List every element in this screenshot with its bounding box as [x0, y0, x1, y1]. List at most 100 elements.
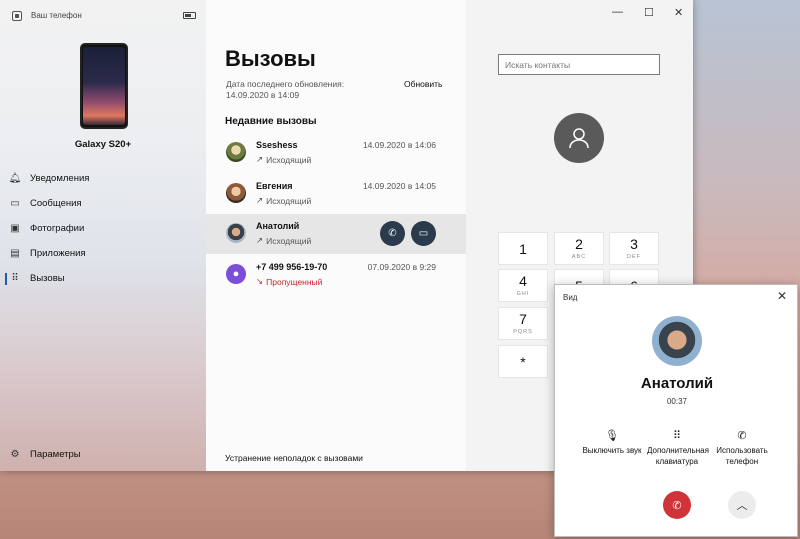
contact-avatar — [554, 113, 604, 163]
sidebar-item-label: Уведомления — [30, 173, 90, 184]
chevron-up-icon: ︿ — [736, 500, 748, 512]
phone-transfer-icon: ✆ — [737, 430, 747, 442]
call-button[interactable]: ✆ — [380, 221, 405, 246]
call-row[interactable]: ● +7 499 956-19-70 07.09.2020 в 9:29 ↘ П… — [206, 255, 466, 295]
sidebar-item-label: Вызовы — [30, 273, 65, 284]
bell-icon: 🔔︎ — [8, 173, 22, 184]
caller-name: Анатолий — [640, 375, 714, 392]
key-letters: PQRS — [513, 329, 533, 335]
hang-up-icon: ✆ — [672, 499, 682, 512]
sidebar-item-calls[interactable]: ⠿ Вызовы — [0, 266, 206, 291]
dialpad-key-star[interactable]: * — [498, 345, 548, 378]
dialpad-key-1[interactable]: 1 — [498, 232, 548, 265]
outgoing-call-icon: ↗ — [256, 154, 264, 164]
avatar: ● — [226, 264, 246, 284]
message-button[interactable]: ▭ — [411, 221, 436, 246]
device-name: Galaxy S20+ — [74, 139, 132, 150]
keypad-label: Дополнительная клавиатура — [647, 446, 709, 466]
gear-icon: ⚙ — [10, 449, 20, 460]
sidebar-item-notifications[interactable]: 🔔︎ Уведомления — [0, 166, 206, 191]
call-row[interactable]: Sseshess 14.09.2020 в 14:06 ↗ Исходящий — [206, 133, 466, 173]
troubleshoot-link[interactable]: Устранение неполадок с вызовами — [225, 453, 363, 463]
caller-name: Sseshess — [256, 140, 298, 150]
message-icon: ▭ — [10, 198, 20, 209]
call-duration: 00:37 — [666, 397, 688, 406]
key-digit: 3 — [630, 236, 638, 252]
key-digit: * — [520, 353, 526, 370]
mic-off-icon: 🎙︎ — [605, 430, 619, 442]
search-input[interactable] — [498, 54, 660, 75]
mute-label: Выключить звук — [582, 446, 642, 455]
call-date: 07.09.2020 в 9:29 — [367, 262, 436, 272]
sidebar-item-label: Приложения — [30, 248, 86, 259]
call-date: 14.09.2020 в 14:06 — [362, 140, 436, 150]
dialpad-key-7[interactable]: 7 PQRS — [498, 307, 548, 340]
battery-icon — [183, 12, 196, 19]
avatar — [226, 183, 246, 203]
call-type: ↗ Исходящий — [256, 154, 311, 165]
key-letters: DEF — [627, 254, 641, 260]
recent-calls-heading: Недавние вызовы — [225, 116, 317, 127]
sidebar-item-messages[interactable]: ▭ Сообщения — [0, 191, 206, 216]
key-letters: GHI — [516, 291, 530, 297]
last-updated-text: Дата последнего обновления: 14.09.2020 в… — [226, 79, 345, 100]
app-title: Ваш телефон — [31, 11, 82, 20]
call-row-selected[interactable]: Анатолий ↗ Исходящий ✆ ▭ — [206, 214, 466, 254]
phone-icon: ✆ — [388, 228, 397, 239]
sidebar-item-apps[interactable]: ▤ Приложения — [0, 241, 206, 266]
dialpad-key-3[interactable]: 3 DEF — [609, 232, 659, 265]
outgoing-call-icon: ↗ — [256, 235, 264, 245]
hang-up-button[interactable]: ✆ — [663, 491, 691, 519]
mute-button[interactable]: 🎙︎ Выключить звук — [582, 431, 642, 456]
use-phone-label: Использовать телефон — [716, 446, 768, 466]
outgoing-call-icon: ↗ — [256, 195, 264, 205]
dialpad-key-4[interactable]: 4 GHI — [498, 269, 548, 302]
call-row[interactable]: Евгения 14.09.2020 в 14:05 ↗ Исходящий — [206, 174, 466, 214]
active-indicator — [5, 273, 7, 285]
sidebar-item-label: Сообщения — [30, 198, 82, 209]
call-type: ↗ Исходящий — [256, 235, 311, 246]
maximize-button[interactable]: ☐ — [644, 6, 654, 19]
call-type: ↗ Исходящий — [256, 195, 311, 206]
keypad-button[interactable]: ⠿ Дополнительная клавиатура — [647, 430, 709, 467]
keypad-icon: ⠿ — [672, 430, 682, 442]
call-type-label: Пропущенный — [266, 276, 323, 287]
person-icon: ● — [232, 268, 240, 280]
use-phone-button[interactable]: ✆ Использовать телефон — [712, 431, 772, 467]
person-icon — [569, 128, 589, 149]
key-digit: 4 — [519, 273, 527, 289]
active-call-window: Вид ✕ Анатолий 00:37 🎙︎ Выключить звук ⠿… — [554, 284, 798, 537]
call-type-label: Исходящий — [266, 154, 312, 165]
caller-name: Анатолий — [256, 221, 300, 231]
caller-name: Евгения — [256, 181, 293, 191]
caller-name: +7 499 956-19-70 — [256, 262, 328, 272]
sidebar-item-label: Фотографии — [30, 223, 85, 234]
sidebar: Ваш телефон Galaxy S20+ 🔔︎ Уведомления ▭… — [0, 0, 206, 471]
minimize-button[interactable]: — — [612, 6, 623, 18]
popup-title: Вид — [563, 293, 578, 302]
refresh-link[interactable]: Обновить — [404, 79, 443, 89]
phone-image — [80, 43, 128, 129]
missed-call-icon: ↘ — [256, 276, 264, 286]
key-letters: ABC — [571, 254, 587, 260]
apps-icon: ▤ — [10, 248, 20, 259]
calls-panel: Вызовы Дата последнего обновления: 14.09… — [206, 0, 466, 471]
avatar — [226, 142, 246, 162]
call-date: 14.09.2020 в 14:05 — [362, 181, 436, 191]
message-icon: ▭ — [418, 228, 429, 239]
sidebar-item-photos[interactable]: ▣ Фотографии — [0, 216, 206, 241]
call-type: ↘ Пропущенный — [256, 276, 322, 287]
call-type-label: Исходящий — [266, 235, 312, 246]
dialpad-key-2[interactable]: 2 ABC — [554, 232, 604, 265]
sidebar-item-settings[interactable]: ⚙ Параметры — [0, 442, 206, 467]
key-digit: 1 — [519, 240, 527, 257]
key-digit: 2 — [575, 236, 583, 252]
expand-button[interactable]: ︿ — [728, 491, 756, 519]
page-title: Вызовы — [225, 46, 316, 71]
close-popup-button[interactable]: ✕ — [777, 289, 787, 303]
close-button[interactable]: ✕ — [674, 6, 683, 19]
avatar — [226, 223, 246, 243]
sidebar-item-label: Параметры — [30, 449, 81, 460]
app-logo-icon — [12, 11, 22, 21]
caller-avatar — [652, 316, 702, 366]
